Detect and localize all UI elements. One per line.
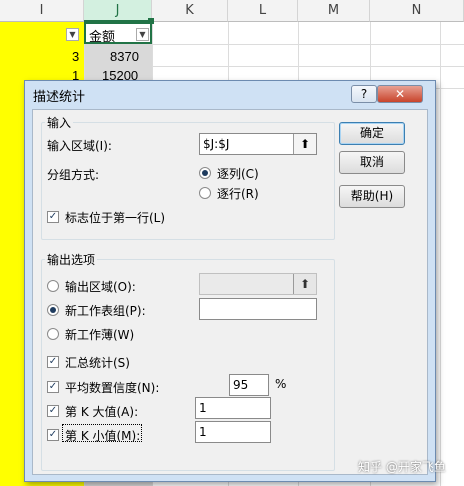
header-cell-amount: 金额 [89, 29, 116, 44]
input-range-label: 输入区域(I): [47, 139, 112, 153]
range-select-icon[interactable]: ⬆ [293, 134, 316, 154]
dialog-body: 输入 输入区域(I): $J:$J ⬆ 分组方式: 逐列(C) 逐行(R) ✓ … [32, 109, 428, 475]
kth-smallest-checkbox[interactable]: ✓ [47, 429, 59, 441]
percent-sign: % [275, 377, 287, 391]
descriptive-statistics-dialog: 描述统计 ? ✕ 输入 输入区域(I): $J:$J ⬆ 分组方式: 逐列(C)… [24, 80, 436, 482]
cell-i2[interactable]: 3 [72, 49, 79, 64]
output-range-radio[interactable] [47, 280, 59, 292]
focus-rectangle [62, 424, 142, 442]
summary-stats-checkbox[interactable]: ✓ [47, 356, 59, 368]
by-row-label[interactable]: 逐行(R) [217, 185, 259, 202]
input-range-value: $J:$J [203, 137, 230, 151]
column-header-n[interactable]: N [370, 0, 464, 22]
input-range-field[interactable]: $J:$J ⬆ [199, 133, 317, 155]
kth-smallest-field[interactable]: 1 [195, 421, 271, 443]
help-button[interactable]: 帮助(H) [339, 185, 405, 208]
column-header-j[interactable]: J [84, 0, 152, 22]
title-help-button[interactable]: ? [351, 85, 377, 103]
by-row-radio[interactable] [199, 187, 211, 199]
new-sheet-radio[interactable] [47, 304, 59, 316]
filter-dropdown-j[interactable]: ▼ [136, 28, 149, 41]
confidence-checkbox[interactable]: ✓ [47, 381, 59, 393]
kth-largest-value: 1 [199, 401, 207, 415]
output-group-title: 输出选项 [45, 251, 98, 268]
summary-stats-label[interactable]: 汇总统计(S) [65, 354, 130, 371]
kth-largest-checkbox[interactable]: ✓ [47, 405, 59, 417]
cancel-button[interactable]: 取消 [339, 151, 405, 174]
output-range-label[interactable]: 输出区域(O): [65, 278, 136, 295]
fill-handle[interactable] [148, 18, 154, 24]
confidence-level-field[interactable]: 95 [229, 374, 269, 396]
dialog-titlebar[interactable]: 描述统计 ? ✕ [25, 81, 435, 107]
input-group-title: 输入 [45, 114, 74, 131]
kth-smallest-value: 1 [199, 425, 207, 439]
column-header-i[interactable]: I [0, 0, 84, 22]
new-sheet-name-field[interactable] [199, 298, 317, 320]
column-header-l[interactable]: L [228, 0, 298, 22]
grouping-label: 分组方式: [47, 168, 100, 182]
output-range-field[interactable]: ⬆ [199, 273, 317, 295]
column-header-m[interactable]: M [298, 0, 370, 22]
kth-largest-label[interactable]: 第 K 大值(A): [65, 403, 138, 420]
labels-first-row-label[interactable]: 标志位于第一行(L) [65, 209, 165, 226]
new-workbook-radio[interactable] [47, 328, 59, 340]
dialog-title: 描述统计 [33, 90, 86, 105]
cell-j2[interactable]: 8370 [110, 49, 139, 64]
ok-button[interactable]: 确定 [339, 122, 405, 145]
confidence-level-value: 95 [233, 378, 249, 392]
close-icon[interactable]: ✕ [377, 85, 423, 103]
filter-dropdown-i[interactable]: ▼ [66, 28, 79, 41]
labels-first-row-checkbox[interactable]: ✓ [47, 211, 59, 223]
column-header-k[interactable]: K [152, 0, 228, 22]
watermark: 知乎 @开家飞鱼 [358, 460, 446, 474]
by-column-radio[interactable] [199, 167, 211, 179]
new-sheet-label[interactable]: 新工作表组(P): [65, 302, 146, 319]
confidence-label[interactable]: 平均数置信度(N): [65, 379, 159, 396]
new-workbook-label[interactable]: 新工作薄(W) [65, 326, 134, 343]
output-range-select-icon[interactable]: ⬆ [293, 274, 316, 294]
by-column-label[interactable]: 逐列(C) [217, 165, 259, 182]
kth-largest-field[interactable]: 1 [195, 397, 271, 419]
